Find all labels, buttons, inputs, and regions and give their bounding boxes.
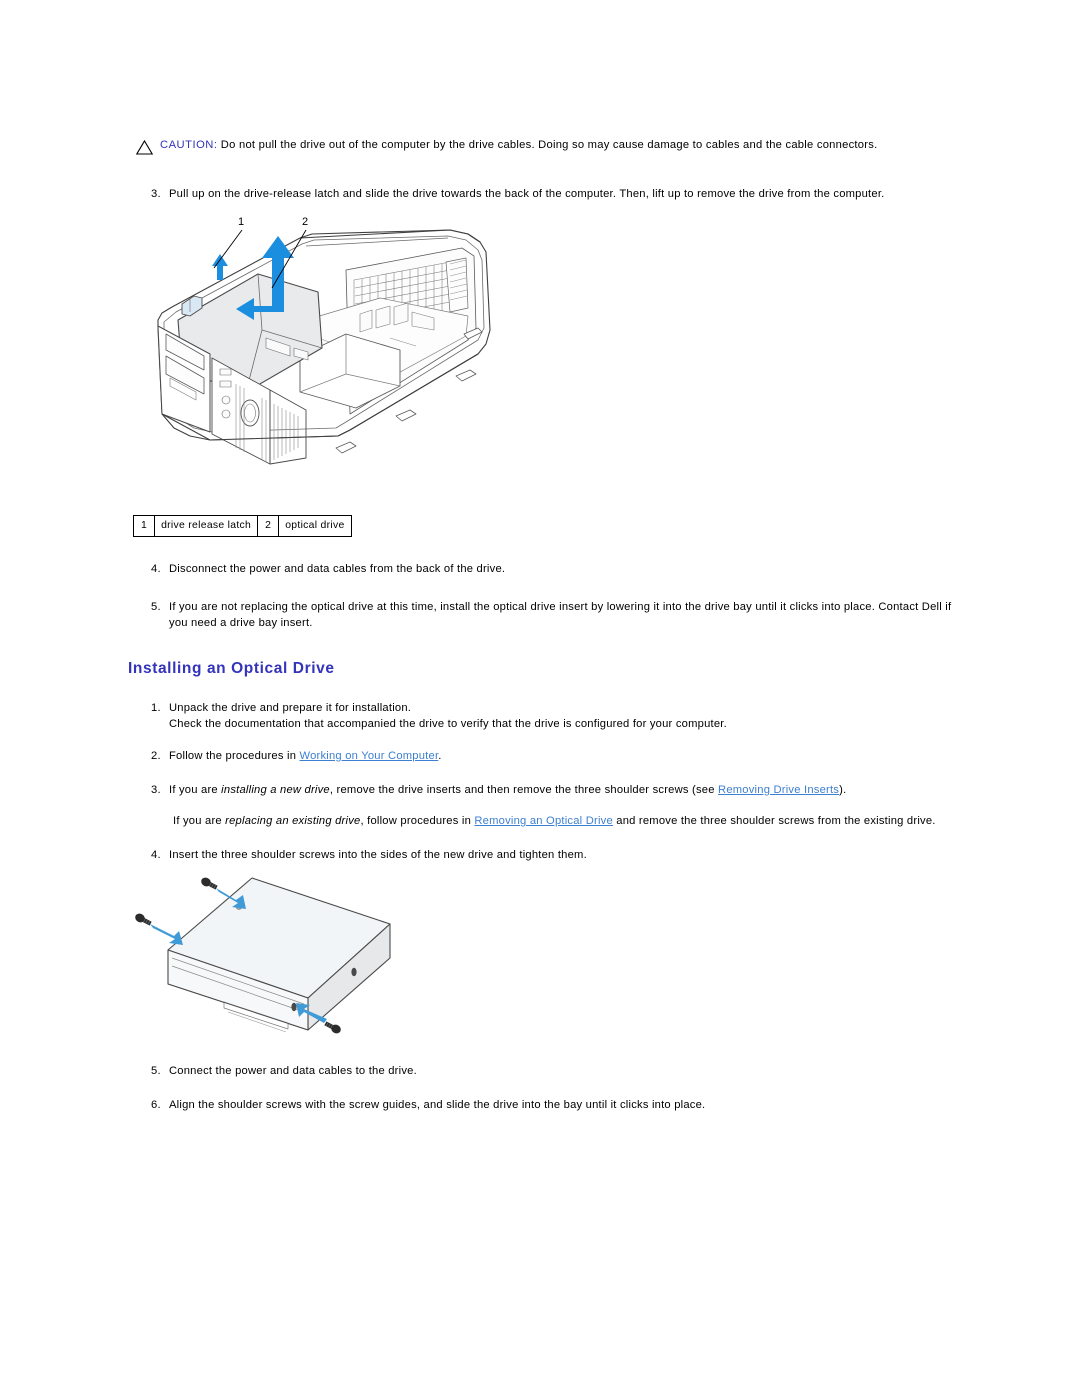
link-removing-an-optical-drive[interactable]: Removing an Optical Drive: [474, 815, 613, 827]
step-text-mid: , remove the drive inserts and then remo…: [329, 784, 719, 796]
install-step-3-alternate: If you are replacing an existing drive, …: [147, 813, 957, 829]
step-text-post: ).: [839, 784, 847, 796]
install-step-3: 3. If you are installing a new drive, re…: [147, 782, 957, 798]
step-text: If you are not replacing the optical dri…: [169, 601, 952, 629]
link-working-on-your-computer[interactable]: Working on Your Computer: [300, 750, 439, 762]
figure-legend-table: 1 drive release latch 2 optical drive: [133, 515, 352, 537]
legend-number-1: 1: [134, 516, 156, 536]
legend-label-2: optical drive: [285, 520, 345, 531]
step-line-2: Check the documentation that accompanied…: [169, 718, 727, 730]
callout-number-1: 1: [238, 216, 244, 228]
step-number: 5.: [151, 1065, 161, 1077]
step-number: 1.: [151, 702, 161, 714]
caution-body: Do not pull the drive out of the compute…: [217, 139, 878, 151]
optical-drive-illustration: [135, 877, 391, 1034]
page-title: Installing an Optical Drive: [128, 660, 335, 677]
chassis-illustration: 1 2: [157, 216, 491, 465]
step-number: 3.: [151, 784, 161, 796]
alt-text-pre: If you are: [173, 815, 226, 827]
step-text: Align the shoulder screws with the screw…: [169, 1099, 706, 1111]
step-text: Disconnect the power and data cables fro…: [169, 563, 506, 575]
step-text: Insert the three shoulder screws into th…: [169, 849, 587, 861]
step-line-1: Unpack the drive and prepare it for inst…: [169, 702, 412, 714]
step-text: Unpack the drive and prepare it for inst…: [169, 700, 937, 732]
callout-number-2: 2: [302, 216, 308, 228]
step-number: 2.: [151, 750, 161, 762]
caution-text: CAUTION: Do not pull the drive out of th…: [160, 138, 877, 153]
step-text: Pull up on the drive-release latch and s…: [169, 188, 885, 200]
install-step-4: 4. Insert the three shoulder screws into…: [147, 847, 937, 863]
link-removing-drive-inserts[interactable]: Removing Drive Inserts: [718, 784, 839, 796]
step-text: If you are installing a new drive, remov…: [169, 782, 957, 798]
chassis-figure: 1 2: [150, 208, 500, 508]
step-number: 5.: [151, 601, 161, 613]
install-step-1: 1. Unpack the drive and prepare it for i…: [147, 700, 937, 732]
step-text: Connect the power and data cables to the…: [169, 1065, 417, 1077]
step-3-removal: 3. Pull up on the drive-release latch an…: [147, 186, 937, 202]
step-text-pre: Follow the procedures in: [169, 750, 300, 762]
legend-number-2: 2: [258, 516, 280, 536]
step-text-pre: If you are: [169, 784, 222, 796]
install-step-5: 5. Connect the power and data cables to …: [147, 1063, 937, 1079]
step-number: 3.: [151, 188, 161, 200]
step-text: Follow the procedures in Working on Your…: [169, 748, 937, 764]
step-number: 4.: [151, 563, 161, 575]
step-number: 6.: [151, 1099, 161, 1111]
caution-label: CAUTION:: [160, 139, 218, 151]
document-page: CAUTION: Do not pull the drive out of th…: [0, 0, 1080, 1397]
install-step-6: 6. Align the shoulder screws with the sc…: [147, 1097, 937, 1113]
emphasis-installing-new-drive: installing a new drive: [221, 784, 330, 796]
alt-text-mid: , follow procedures in: [360, 815, 475, 827]
legend-label-1: drive release latch: [155, 516, 259, 536]
step-number: 4.: [151, 849, 161, 861]
optical-drive-figure: [128, 862, 548, 1057]
caution-notice: CAUTION: Do not pull the drive out of th…: [135, 138, 966, 155]
alt-text-post: and remove the three shoulder screws fro…: [612, 815, 936, 827]
warning-triangle-icon: [135, 139, 154, 155]
install-step-2: 2. Follow the procedures in Working on Y…: [147, 748, 937, 764]
step-4-removal: 4. Disconnect the power and data cables …: [147, 561, 937, 577]
step-5-removal: 5. If you are not replacing the optical …: [147, 599, 962, 631]
emphasis-replacing-existing-drive: replacing an existing drive: [225, 815, 361, 827]
step-text-post: .: [438, 750, 442, 762]
